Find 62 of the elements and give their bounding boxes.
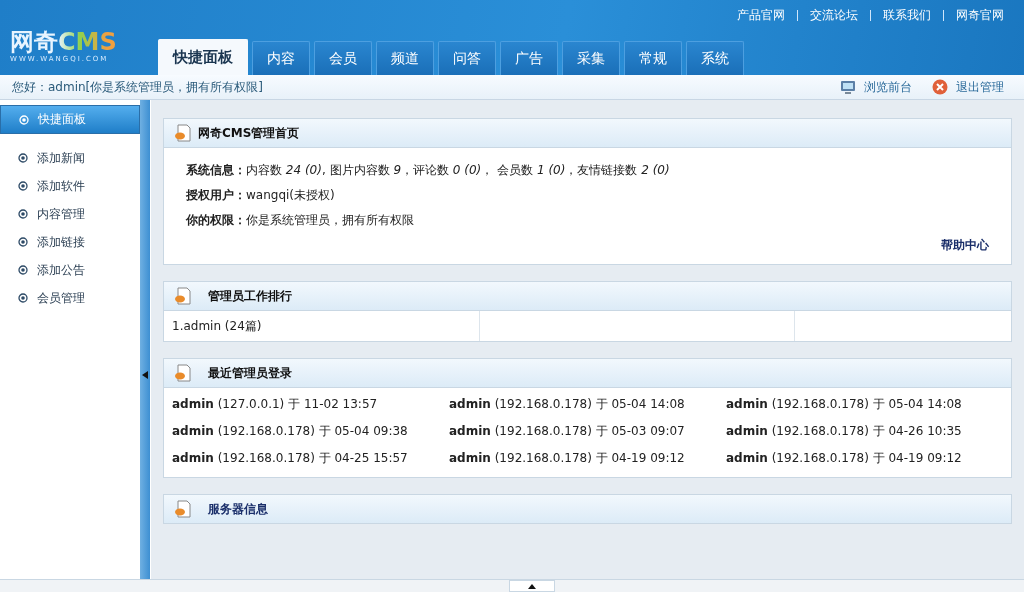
table-cell: 1.admin (24篇) [172, 319, 262, 333]
monitor-icon [840, 79, 856, 95]
bullet-icon [19, 114, 29, 125]
login-entry: admin (192.168.0.178) 于 05-04 09:38 [172, 423, 409, 440]
logo-text: 网奇CMS [10, 29, 117, 55]
field-label: 你的权限： [186, 212, 246, 229]
field-value: 你是系统管理员，拥有所有权限 [246, 212, 414, 229]
expand-handle[interactable] [509, 580, 555, 592]
document-icon [174, 287, 192, 305]
expand-arrow-icon [528, 583, 536, 589]
nav-tab[interactable]: 系统 [686, 41, 744, 75]
field-label: 系统信息： [186, 162, 246, 179]
collapse-handle[interactable] [140, 100, 151, 579]
login-entry: admin (192.168.0.178) 于 05-03 09:07 [449, 423, 686, 440]
login-entry: admin (192.168.0.178) 于 04-25 15:57 [172, 450, 409, 467]
bullet-icon [18, 153, 28, 163]
sidebar-item[interactable]: 会员管理 [0, 284, 140, 312]
nav-tab[interactable]: 采集 [562, 41, 620, 75]
sidebar-item[interactable]: 添加链接 [0, 228, 140, 256]
nav-tab[interactable]: 广告 [500, 41, 558, 75]
field-value: 内容数 24 (0), 图片内容数 9，评论数 0 (0)， 会员数 1 (0)，友情链接数 2 (0) [246, 162, 670, 179]
nav-tab[interactable]: 常规 [624, 41, 682, 75]
bullet-icon [18, 237, 28, 247]
sidebar-item[interactable]: 内容管理 [0, 200, 140, 228]
sidebar-item[interactable]: 添加软件 [0, 172, 140, 200]
close-icon [932, 79, 948, 95]
panel-title: 管理员工作排行 [207, 287, 292, 305]
bullet-icon [18, 265, 28, 275]
nav-tab[interactable]: 会员 [314, 41, 372, 75]
sidebar-item[interactable]: 添加新闻 [0, 144, 140, 172]
top-link[interactable]: 交流论坛 [810, 7, 858, 24]
action-link[interactable]: 退出管理 [932, 78, 1004, 96]
document-icon [174, 500, 192, 518]
panel-title: 网奇CMS管理首页 [198, 124, 300, 142]
login-entry: admin (192.168.0.178) 于 04-19 09:12 [449, 450, 686, 467]
action-link[interactable]: 浏览前台 [840, 78, 912, 96]
nav-tab[interactable]: 问答 [438, 41, 496, 75]
nav-tab[interactable]: 内容 [252, 41, 310, 75]
panel-title: 服务器信息 [207, 500, 268, 518]
nav-tab[interactable]: 快捷面板 [158, 39, 248, 75]
nav-tab[interactable]: 频道 [376, 41, 434, 75]
login-entry: admin (192.168.0.178) 于 04-26 10:35 [726, 423, 963, 440]
top-link[interactable]: 产品官网 [737, 7, 785, 24]
document-icon [174, 124, 192, 142]
field-value: wangqi(未授权) [246, 187, 335, 204]
sidebar-item[interactable]: 添加公告 [0, 256, 140, 284]
panel-title: 最近管理员登录 [207, 364, 292, 382]
login-entry: admin (127.0.0.1) 于 11-02 13:57 [172, 396, 379, 413]
sidebar-item[interactable]: 快捷面板 [0, 105, 140, 134]
collapse-arrow-icon [142, 370, 148, 379]
login-entry: admin (192.168.0.178) 于 05-04 14:08 [449, 396, 686, 413]
bullet-icon [18, 181, 28, 191]
top-link[interactable]: 联系我们 [883, 7, 931, 24]
document-icon [174, 364, 192, 382]
login-entry: admin (192.168.0.178) 于 04-19 09:12 [726, 450, 963, 467]
top-link[interactable]: 网奇官网 [956, 7, 1004, 24]
help-link[interactable]: 帮助中心 [941, 237, 989, 254]
login-entry: admin (192.168.0.178) 于 05-04 14:08 [726, 396, 963, 413]
bullet-icon [18, 293, 28, 303]
bullet-icon [18, 209, 28, 219]
greeting-text: 您好：admin[你是系统管理员，拥有所有权限] [12, 78, 263, 96]
field-label: 授权用户： [186, 187, 246, 204]
